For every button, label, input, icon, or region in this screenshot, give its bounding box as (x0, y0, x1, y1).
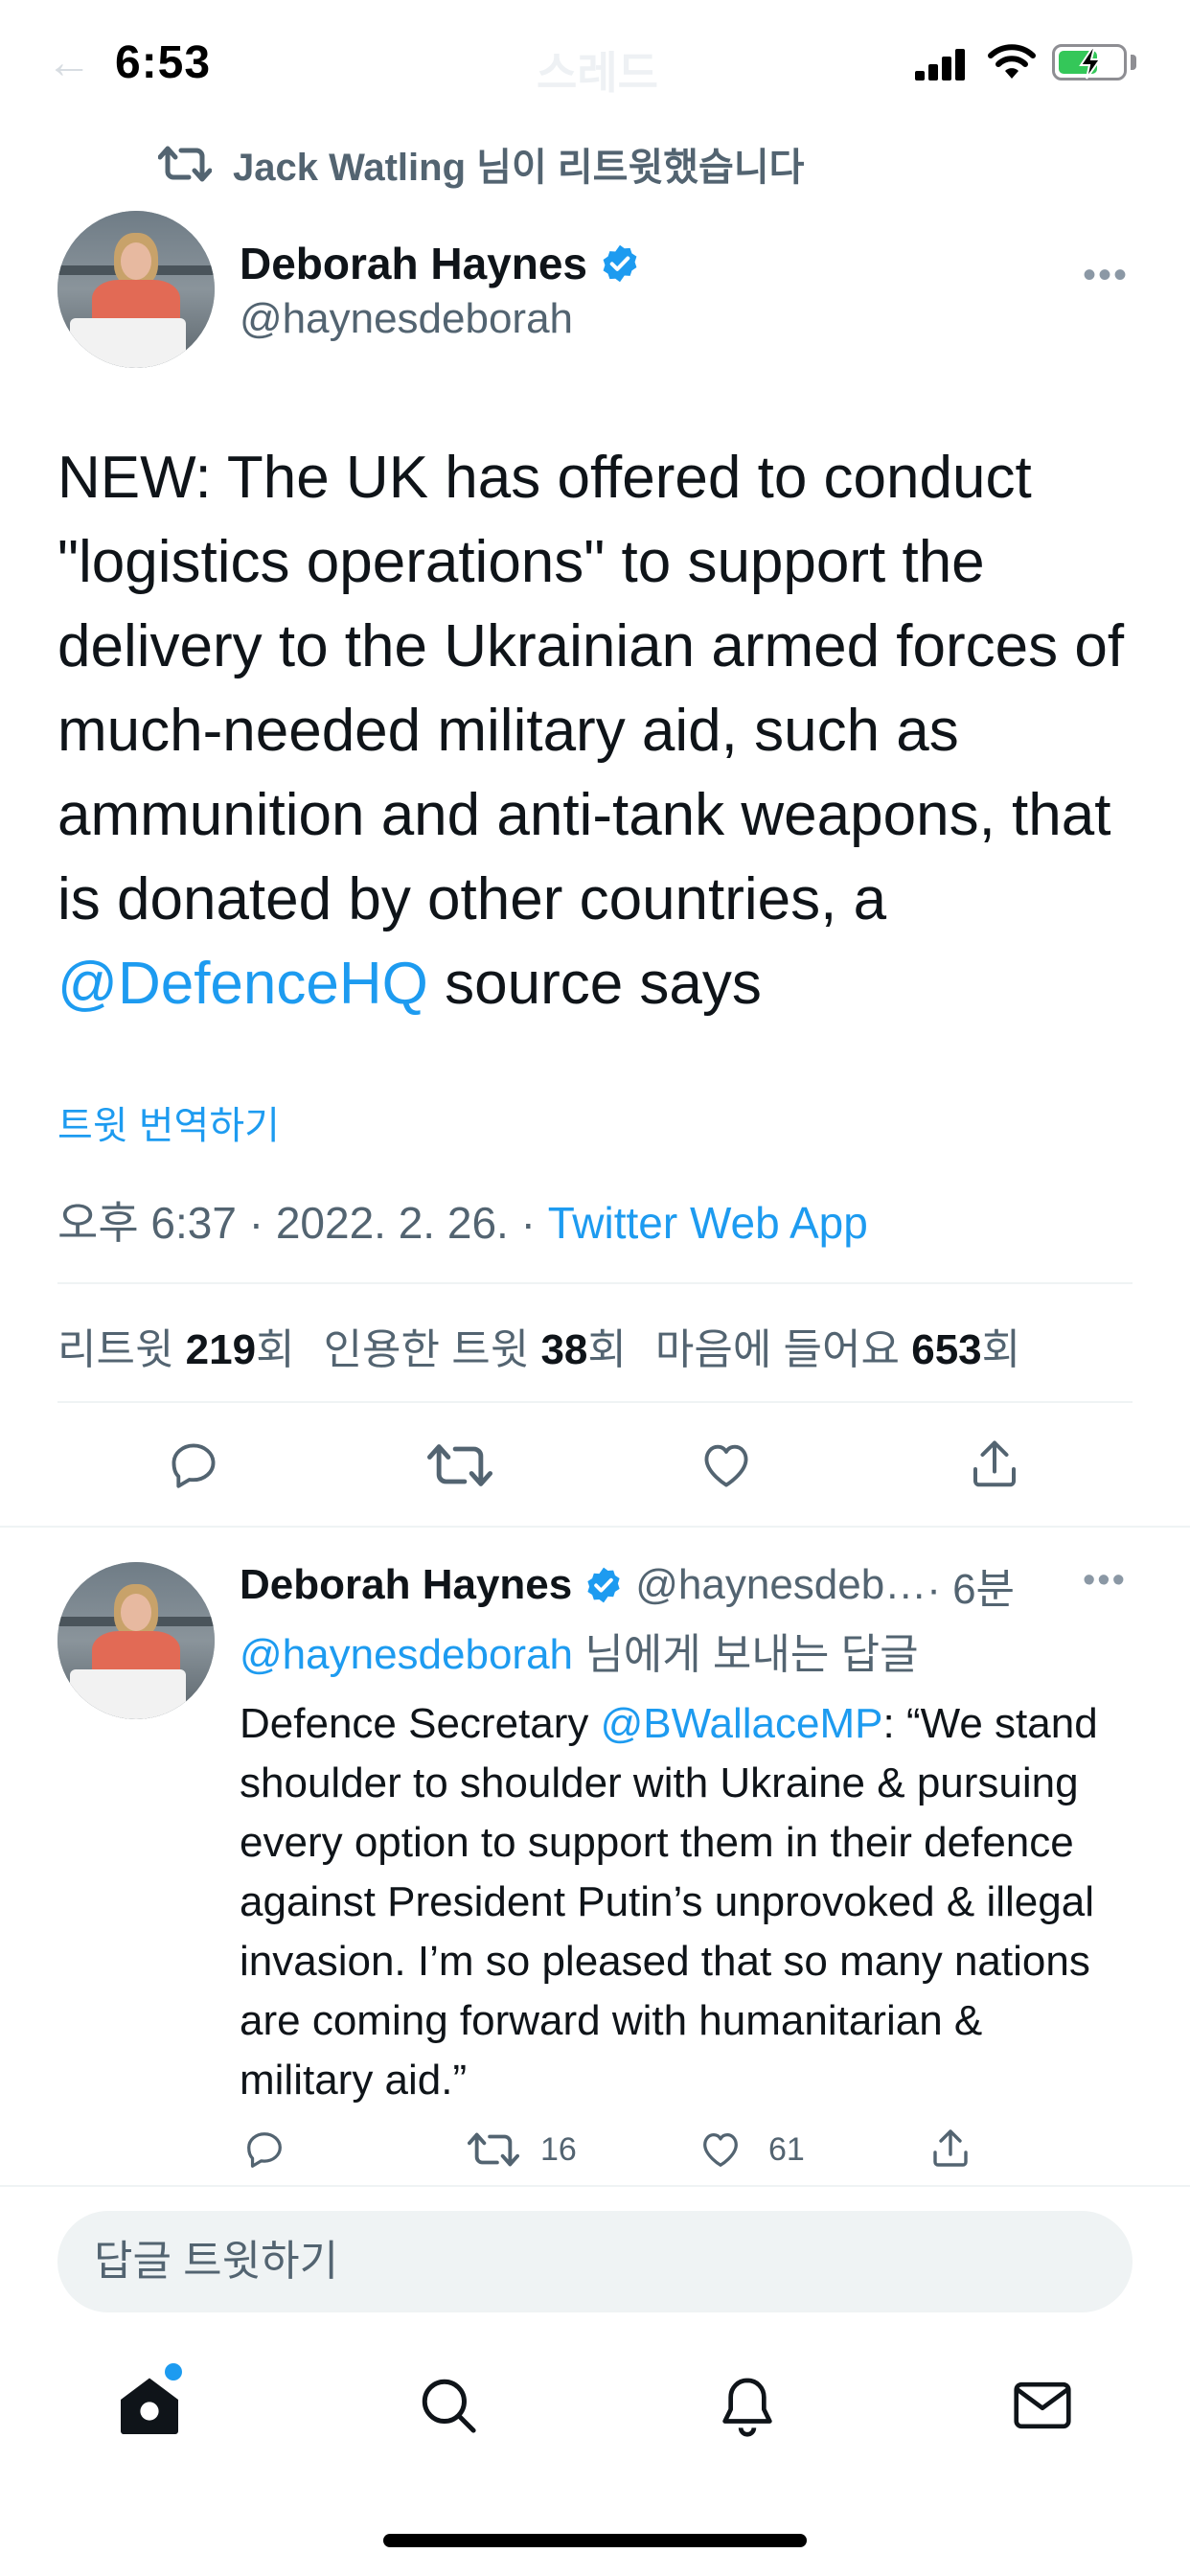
replying-to-handle[interactable]: @haynesdeborah (240, 1631, 573, 1678)
share-button[interactable] (966, 1436, 1023, 1493)
share-icon (973, 1440, 1016, 1487)
tab-messages[interactable] (1004, 2367, 1081, 2444)
section-divider (0, 1526, 1190, 1528)
like-count: 61 (768, 2130, 805, 2168)
header-title: 스레드 (537, 48, 658, 98)
tab-search[interactable] (410, 2367, 487, 2444)
reply-tweet-text: Defence Secretary @BWallaceMP: “We stand… (240, 1694, 1121, 2110)
reply-more-options-button[interactable]: ••• (1083, 1560, 1127, 1601)
divider (57, 1282, 1133, 1284)
battery-icon (1052, 44, 1127, 80)
reply-text-body: : “We stand shoulder to shoulder with Uk… (240, 1700, 1098, 2104)
status-bar: ← 스레드 6:53 (0, 0, 1190, 134)
reply-author-row[interactable]: Deborah Haynes @haynesdeb… · 6분 (240, 1554, 1015, 1616)
wifi-icon (988, 44, 1036, 79)
verified-badge-icon (603, 244, 637, 283)
reply-tweet-like-button[interactable]: 61 (698, 2128, 805, 2172)
tweet-timestamp[interactable]: 오후 6:37 · 2022. 2. 26. · (57, 1198, 548, 1248)
retweet-button[interactable] (427, 1438, 492, 1493)
tweet-meta: 오후 6:37 · 2022. 2. 26. · Twitter Web App (57, 1188, 868, 1252)
home-icon (121, 2378, 178, 2434)
home-indicator[interactable] (383, 2534, 807, 2547)
verified-badge-icon (587, 1567, 620, 1603)
heart-icon (704, 1444, 748, 1487)
back-arrow-icon[interactable]: ← (46, 36, 92, 89)
heart-icon (703, 2133, 738, 2167)
reply-button[interactable] (165, 1438, 222, 1493)
share-icon (933, 2129, 968, 2167)
divider (57, 1401, 1133, 1403)
author-name: Deborah Haynes (240, 239, 588, 288)
battery-tip (1131, 55, 1136, 70)
tweet-text: NEW: The UK has offered to conduct "logi… (57, 436, 1140, 1026)
tweet-text-tail: source says (427, 951, 762, 1017)
retweeted-by-text: Jack Watling 님이 리트윗했습니다 (233, 147, 805, 189)
retweet-icon (427, 1444, 492, 1486)
reply-text-head: Defence Secretary (240, 1700, 601, 1747)
reply-input[interactable]: 답글 트윗하기 (57, 2211, 1133, 2312)
reply-icon (247, 2132, 282, 2168)
reply-avatar[interactable] (57, 1562, 215, 1719)
reply-tweet-reply-button[interactable] (241, 2128, 287, 2172)
more-options-button[interactable]: ••• (1083, 254, 1129, 297)
translate-tweet-link[interactable]: 트윗 번역하기 (57, 1094, 280, 1150)
reply-tweet-share-button[interactable] (927, 2126, 973, 2172)
cellular-signal-icon (915, 48, 969, 80)
reply-icon (172, 1443, 216, 1488)
mention-link[interactable]: @BWallaceMP (601, 1700, 883, 1747)
messages-icon (1014, 2381, 1071, 2429)
tweet-text-body: NEW: The UK has offered to conduct "logi… (57, 445, 1125, 932)
reply-author-handle: @haynesdeb… (635, 1561, 927, 1608)
replying-to: @haynesdeborah 님에게 보내는 답글 (240, 1620, 919, 1681)
search-icon (422, 2379, 476, 2433)
tweet-stats: 리트윗 219회 인용한 트윗 38회 마음에 들어요 653회 (57, 1315, 1020, 1376)
retweet-count: 16 (540, 2130, 577, 2168)
status-time: 6:53 (115, 37, 212, 88)
mention-link[interactable]: @DefenceHQ (57, 951, 428, 1017)
likes-stat[interactable]: 마음에 들어요 653회 (655, 1315, 1020, 1376)
retweet-icon (158, 146, 212, 182)
retweets-stat[interactable]: 리트윗 219회 (57, 1315, 295, 1376)
replying-to-suffix: 님에게 보내는 답글 (573, 1631, 919, 1678)
notifications-icon (722, 2378, 772, 2437)
quotes-stat[interactable]: 인용한 트윗 38회 (324, 1315, 627, 1376)
author-handle[interactable]: @haynesdeborah (240, 295, 573, 343)
retweeted-by-header[interactable]: Jack Watling 님이 리트윗했습니다 (158, 139, 804, 189)
reply-time-ago: · 6분 (927, 1566, 1016, 1613)
retweet-icon (468, 2132, 519, 2167)
section-divider (0, 2185, 1190, 2187)
reply-tweet-retweet-button[interactable]: 16 (468, 2128, 577, 2172)
reply-author-name: Deborah Haynes (240, 1561, 573, 1608)
like-button[interactable] (698, 1438, 755, 1493)
tweet-source-link[interactable]: Twitter Web App (548, 1198, 868, 1248)
author-name-row[interactable]: Deborah Haynes (240, 238, 641, 289)
tab-notifications[interactable] (709, 2367, 786, 2444)
avatar[interactable] (57, 211, 215, 368)
new-content-indicator (165, 2363, 182, 2380)
